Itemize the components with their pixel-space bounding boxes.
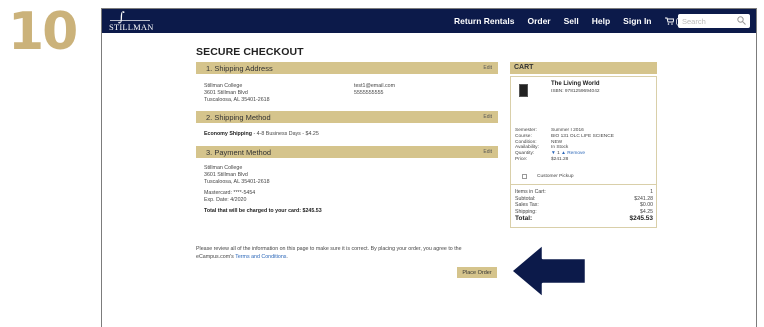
top-navbar: ∫ STILLMAN Return Rentals Order Sell Hel… [102,9,756,33]
contact-phone: 5555555555 [354,90,384,96]
cart-box: The Living World ISBN: 9781259694042 Sem… [510,76,657,228]
cart-heading: CART [510,62,657,74]
shipping-address-header: 1. Shipping Address Edit [196,62,498,74]
terms-link[interactable]: Terms and Conditions [235,254,286,260]
cart-panel: CART The Living World ISBN: 978125969404… [510,62,657,228]
pickup-label: Customer Pickup [537,174,574,179]
detail-row: Price: $241.28 [515,157,614,163]
address-line: 3601 Stillman Blvd [204,90,248,96]
address-line: Tuscaloosa, AL 35401-2618 [204,97,270,103]
cart-icon [664,17,674,25]
nav-sell[interactable]: Sell [564,16,579,26]
stillman-logo[interactable]: ∫ STILLMAN [108,10,156,32]
pickup-checkbox[interactable] [522,174,527,180]
remove-link[interactable]: Remove [567,151,585,156]
review-end: . [286,253,288,260]
customer-pickup-option[interactable]: Customer Pickup [522,174,574,180]
shipping-method-body: Economy Shipping - 4-8 Business Days - $… [196,123,498,146]
item-details: Semester: Summer I 2016 Course: BIO 131 OL… [515,128,614,163]
page-title: SECURE CHECKOUT [196,46,304,58]
detail-value: $241.28 [551,156,569,162]
logo-text: STILLMAN [109,22,154,32]
section-title: 2. Shipping Method [206,112,271,122]
billing-line: Stillman College [204,165,243,171]
book-cover-icon [519,84,528,97]
shipping-method-header: 2. Shipping Method Edit [196,111,498,123]
nav-sign-in[interactable]: Sign In [623,16,651,26]
search-placeholder: Search [682,17,706,26]
shipping-address-body: Stillman College 3601 Stillman Blvd Tusc… [196,74,498,111]
billing-line: 3601 Stillman Blvd [204,172,248,178]
total-value: $245.53 [629,215,654,222]
browser-frame: ∫ STILLMAN Return Rentals Order Sell Hel… [101,8,757,327]
step-number: 10 [8,2,78,62]
payment-method-header: 3. Payment Method Edit [196,146,498,158]
address-line: Stillman College [204,83,243,89]
cart-item: The Living World ISBN: 9781259694042 Sem… [511,77,656,180]
contact-email: test1@email.com [354,83,395,89]
detail-key: Price: [515,156,528,162]
search-icon[interactable] [737,16,746,25]
checkout-sections: 1. Shipping Address Edit Stillman Colleg… [196,62,498,256]
card-expiry: Exp. Date: 4/2020 [204,197,247,203]
section-title: 1. Shipping Address [206,63,273,73]
card-number: Mastercard: ****-5454 [204,190,256,196]
total-label: Total: [515,215,533,222]
charge-total: Total that will be charged to your card:… [204,208,322,214]
payment-method-body: Stillman College 3601 Stillman Blvd Tusc… [196,158,498,256]
book-isbn: ISBN: 9781259694042 [551,89,600,94]
nav-order[interactable]: Order [527,16,550,26]
book-title[interactable]: The Living World [551,81,600,88]
edit-shipping-method-link[interactable]: Edit [483,114,492,120]
chevron-down-icon[interactable]: ▼ [551,151,556,156]
search-input[interactable]: Search [678,14,750,28]
place-order-button[interactable]: Place Order [457,267,497,278]
contact-info: test1@email.com 5555555555 [354,83,395,97]
nav-help[interactable]: Help [592,16,610,26]
edit-shipping-address-link[interactable]: Edit [483,65,492,71]
chevron-up-icon[interactable]: ▲ [561,151,566,156]
review-notice: Please review all of the information on … [196,246,498,261]
shipping-method-name: Economy Shipping [204,131,252,137]
section-title: 3. Payment Method [206,147,272,157]
logo-rule [110,20,150,21]
pointer-arrow-icon [509,242,588,300]
summary-total-row: Total: $245.53 [515,215,653,223]
shipping-method-detail: - 4-8 Business Days - $4.25 [251,131,319,137]
nav-return-rentals[interactable]: Return Rentals [454,16,514,26]
cart-summary: Items in Cart: 1 Subtotal: $241.28 Sales T… [511,184,656,227]
edit-payment-method-link[interactable]: Edit [483,149,492,155]
billing-line: Tuscaloosa, AL 35401-2618 [204,179,270,185]
nav-links: Return Rentals Order Sell Help Sign In (… [454,9,685,33]
quantity-value: 1 [557,151,560,157]
